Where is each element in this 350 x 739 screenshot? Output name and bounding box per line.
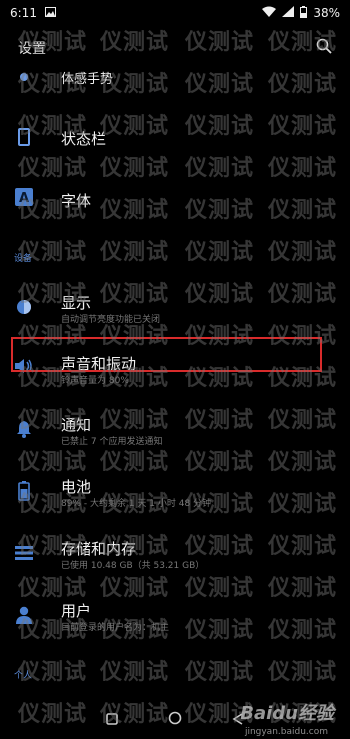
search-icon[interactable] [316,38,332,58]
watermark-text: 仪测试 [185,660,255,685]
watermark-text: 仪测试 [185,240,255,265]
watermark-text: 仪测试 [268,240,338,265]
section-header-device: 设备 [14,254,33,264]
highlight-box [11,337,322,372]
settings-item-summary: 已使用 10.48 GB（共 53.21 GB） [61,561,205,571]
settings-item-storage[interactable]: 存储和内存 已使用 10.48 GB（共 53.21 GB） [0,534,350,574]
settings-item-status-bar[interactable]: 状态栏 [0,122,350,156]
settings-item-gestures[interactable]: 体感手势 [0,66,350,88]
settings-item-summary: 已禁止 7 个应用发送通知 [61,437,163,447]
recents-icon[interactable] [106,710,118,729]
wifi-icon [262,6,277,20]
section-header-personal: 个人 [14,671,33,681]
battery-status-icon [300,5,308,21]
watermark-text: 仪测试 [100,660,170,685]
home-icon[interactable] [168,710,182,729]
settings-item-label: 用户 [61,602,92,620]
notification-icon [13,418,35,440]
battery-percent: 38% [313,6,340,20]
settings-item-summary: 自动调节亮度功能已关闭 [61,315,161,325]
baidu-brand: Baidu经验 [240,703,334,724]
settings-item-label: 字体 [61,192,92,210]
baidu-url: jingyan.baidu.com [244,727,328,737]
gesture-icon [13,66,35,88]
settings-item-users[interactable]: 用户 目前登录的用户名为：机主 [0,596,350,636]
user-icon [13,604,35,626]
settings-item-summary: 89% - 大约剩余 1 天 1 小时 48 分钟 [61,499,212,509]
font-icon: A [13,186,35,208]
settings-item-label: 电池 [61,478,92,496]
svg-text:A: A [19,191,29,206]
status-bar: 6:11 38% [0,0,350,26]
settings-item-label: 存储和内存 [61,540,137,558]
settings-item-label: 显示 [61,294,92,312]
settings-item-label: 状态栏 [61,130,107,148]
app-bar: 设置 [0,30,350,66]
image-notification-icon [44,6,56,20]
page-title: 设置 [18,41,46,57]
settings-item-battery[interactable]: 电池 89% - 大约剩余 1 天 1 小时 48 分钟 [0,472,350,512]
watermark-text: 仪测试 [100,240,170,265]
settings-item-font[interactable]: A 字体 [0,184,350,218]
battery-icon [13,480,35,502]
settings-item-summary: 目前登录的用户名为：机主 [61,623,170,633]
storage-icon [13,542,35,564]
settings-item-label: 体感手势 [61,72,114,87]
settings-item-summary: 铃声音量为 80% [61,376,129,386]
watermark-text: 仪测试 [268,660,338,685]
settings-item-display[interactable]: 显示 自动调节亮度功能已关闭 [0,288,350,328]
status-time: 6:11 [10,6,37,20]
settings-item-notifications[interactable]: 通知 已禁止 7 个应用发送通知 [0,410,350,450]
status-bar-icon [13,126,35,148]
signal-icon [282,6,295,20]
settings-item-label: 通知 [61,416,92,434]
display-icon [13,296,35,318]
